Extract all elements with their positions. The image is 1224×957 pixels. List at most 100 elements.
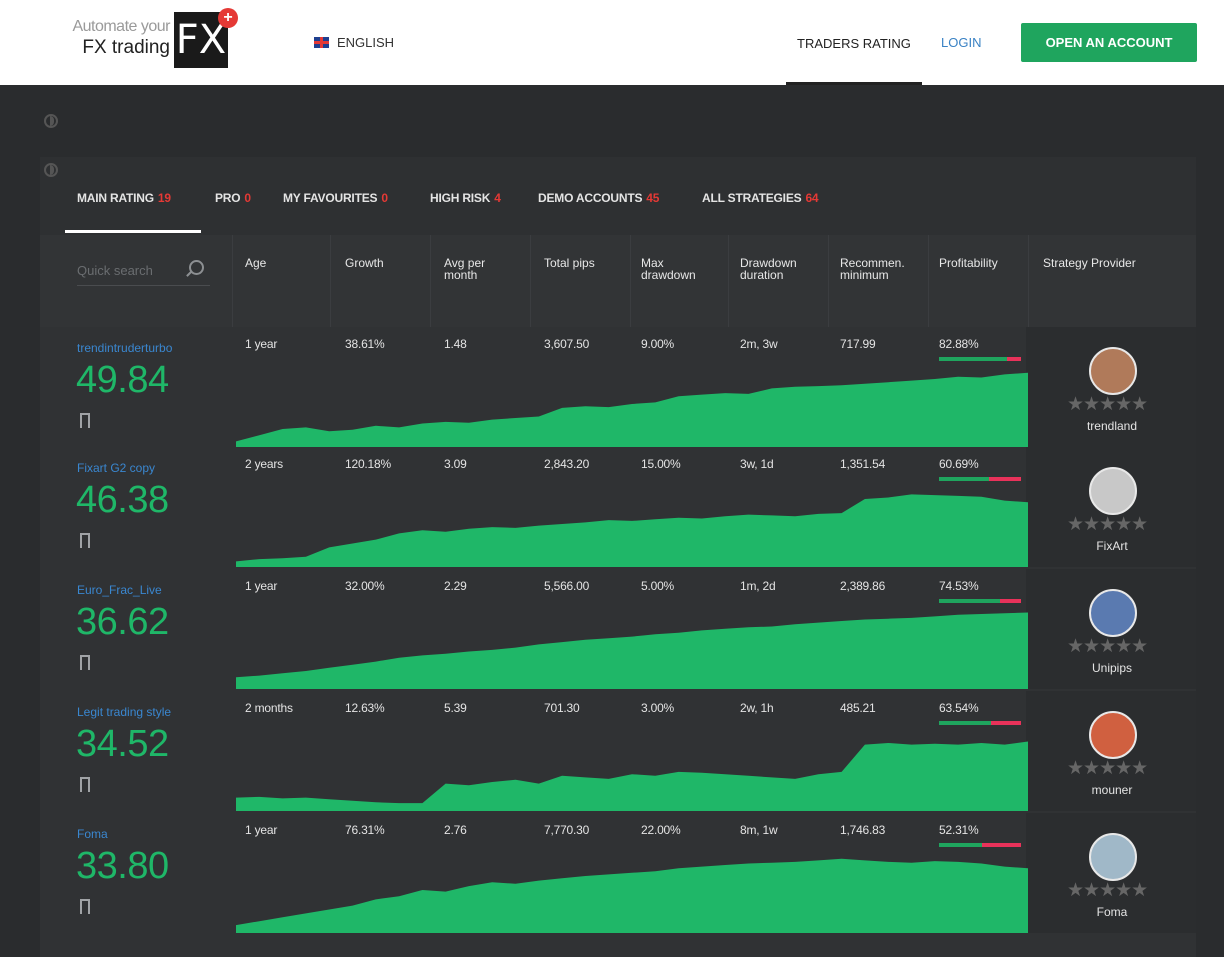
quick-search-field[interactable]: Quick search	[77, 258, 210, 286]
column-divider	[928, 235, 929, 327]
tab-main-rating[interactable]: MAIN RATING 19	[77, 191, 171, 205]
column-label: duration	[740, 268, 784, 282]
provider-avatar[interactable]	[1089, 711, 1137, 759]
column-divider	[728, 235, 729, 327]
tab-demo-accounts[interactable]: DEMO ACCOUNTS 45	[538, 191, 659, 205]
provider-name[interactable]: FixArt	[1052, 539, 1172, 553]
avg-per-month-value: 1.48	[444, 337, 467, 351]
tab-count: 64	[805, 191, 819, 205]
nav-traders-rating[interactable]: TRADERS RATING	[786, 0, 922, 85]
bookmark-icon[interactable]	[80, 533, 90, 554]
equity-curve-area	[236, 858, 1028, 933]
language-selector[interactable]: ENGLISH	[314, 35, 394, 50]
tab-my-favourites[interactable]: MY FAVOURITES 0	[283, 191, 388, 205]
column-divider	[1028, 235, 1029, 327]
recommended-minimum-value: 717.99	[840, 337, 876, 351]
provider-avatar[interactable]	[1089, 589, 1137, 637]
equity-curve-area	[236, 372, 1028, 447]
strategy-row[interactable]: Legit trading style 34.52 2 months 12.63% 5.…	[40, 691, 1196, 811]
tab-all-strategies[interactable]: ALL STRATEGIES 64	[702, 191, 819, 205]
strategy-name-link[interactable]: Fixart G2 copy	[77, 461, 155, 475]
equity-curve-chart	[236, 741, 1028, 811]
column-label: month	[444, 268, 478, 282]
column-age[interactable]: Age	[245, 257, 331, 269]
growth-value: 12.63%	[345, 701, 385, 715]
column-avg-per-month[interactable]: Avg per month	[444, 257, 530, 281]
tab-label: PRO	[215, 191, 241, 205]
bookmark-icon[interactable]	[80, 777, 90, 798]
tab-label: ALL STRATEGIES	[702, 191, 802, 205]
equity-curve-chart	[236, 372, 1028, 447]
max-drawdown-value: 3.00%	[641, 701, 675, 715]
total-pips-value: 3,607.50	[544, 337, 590, 351]
max-drawdown-value: 5.00%	[641, 579, 675, 593]
profitability-value: 60.69%	[939, 457, 979, 471]
provider-avatar[interactable]	[1089, 833, 1137, 881]
rating-panel: MAIN RATING 19 PRO 0 MY FAVOURITES 0 HIGH R…	[40, 157, 1196, 957]
rating-stars: ★★★★★	[1067, 514, 1148, 535]
column-max-drawdown[interactable]: Max drawdown	[641, 257, 727, 281]
profitability-value: 52.31%	[939, 823, 979, 837]
language-label: ENGLISH	[337, 35, 395, 50]
tab-pro[interactable]: PRO 0	[215, 191, 251, 205]
provider-avatar[interactable]	[1089, 347, 1137, 395]
strategy-score: 46.38	[76, 479, 169, 521]
provider-name[interactable]: trendland	[1052, 419, 1172, 433]
tab-label: MAIN RATING	[77, 191, 154, 205]
strategy-name-link[interactable]: Euro_Frac_Live	[77, 583, 162, 597]
strategy-score: 49.84	[76, 359, 169, 401]
total-pips-value: 5,566.00	[544, 579, 590, 593]
strategy-name-link[interactable]: Foma	[77, 827, 108, 841]
logo[interactable]: Automate your FX trading FX +	[46, 8, 246, 72]
rating-stars: ★★★★★	[1067, 394, 1148, 415]
recommended-minimum-value: 2,389.86	[840, 579, 886, 593]
column-divider	[232, 235, 233, 327]
bookmark-icon[interactable]	[80, 413, 90, 434]
active-tab-indicator	[65, 230, 201, 233]
age-value: 1 year	[245, 579, 278, 593]
contrast-toggle-icon[interactable]	[44, 163, 58, 177]
equity-curve-area	[236, 612, 1028, 689]
provider-name[interactable]: Unipips	[1052, 661, 1172, 675]
profitability-value: 63.54%	[939, 701, 979, 715]
column-growth[interactable]: Growth	[345, 257, 431, 269]
plus-icon: +	[218, 8, 238, 28]
equity-curve-area	[236, 741, 1028, 811]
tab-label: HIGH RISK	[430, 191, 491, 205]
growth-value: 32.00%	[345, 579, 385, 593]
column-divider	[430, 235, 431, 327]
tab-count: 4	[494, 191, 501, 205]
bookmark-icon[interactable]	[80, 899, 90, 920]
strategy-score: 36.62	[76, 601, 169, 643]
column-recommended-minimum[interactable]: Recommen. minimum	[840, 257, 926, 281]
strategy-row[interactable]: Foma 33.80 1 year 76.31% 2.76 7,770.30 22.00% 8…	[40, 813, 1196, 933]
age-value: 2 years	[245, 457, 283, 471]
main-content: MAIN RATING 19 PRO 0 MY FAVOURITES 0 HIGH R…	[0, 85, 1224, 957]
tab-high-risk[interactable]: HIGH RISK 4	[430, 191, 501, 205]
strategy-row[interactable]: Fixart G2 copy 46.38 2 years 120.18% 3.09 2,8…	[40, 447, 1196, 567]
strategy-row[interactable]: Euro_Frac_Live 36.62 1 year 32.00% 2.29 5,566…	[40, 569, 1196, 689]
bookmark-icon[interactable]	[80, 655, 90, 676]
total-pips-value: 2,843.20	[544, 457, 590, 471]
column-strategy-provider[interactable]: Strategy Provider	[1043, 257, 1173, 269]
column-profitability[interactable]: Profitability	[939, 257, 1025, 269]
strategy-name-link[interactable]: trendintruderturbo	[77, 341, 172, 355]
nav-login[interactable]: LOGIN	[941, 35, 981, 50]
column-label: drawdown	[641, 268, 696, 282]
strategy-name-link[interactable]: Legit trading style	[77, 705, 171, 719]
open-account-button[interactable]: OPEN AN ACCOUNT	[1021, 23, 1197, 62]
provider-avatar[interactable]	[1089, 467, 1137, 515]
rating-stars: ★★★★★	[1067, 880, 1148, 901]
provider-name[interactable]: Foma	[1052, 905, 1172, 919]
avg-per-month-value: 5.39	[444, 701, 467, 715]
contrast-toggle-icon[interactable]	[44, 114, 58, 128]
tab-label: MY FAVOURITES	[283, 191, 378, 205]
provider-name[interactable]: mouner	[1052, 783, 1172, 797]
column-label: minimum	[840, 268, 889, 282]
avg-per-month-value: 2.29	[444, 579, 467, 593]
column-drawdown-duration[interactable]: Drawdown duration	[740, 257, 826, 281]
tab-count: 19	[157, 191, 171, 205]
column-total-pips[interactable]: Total pips	[544, 257, 630, 269]
search-icon[interactable]	[189, 260, 204, 275]
strategy-row[interactable]: trendintruderturbo 49.84 1 year 38.61% 1.48 3…	[40, 327, 1196, 447]
